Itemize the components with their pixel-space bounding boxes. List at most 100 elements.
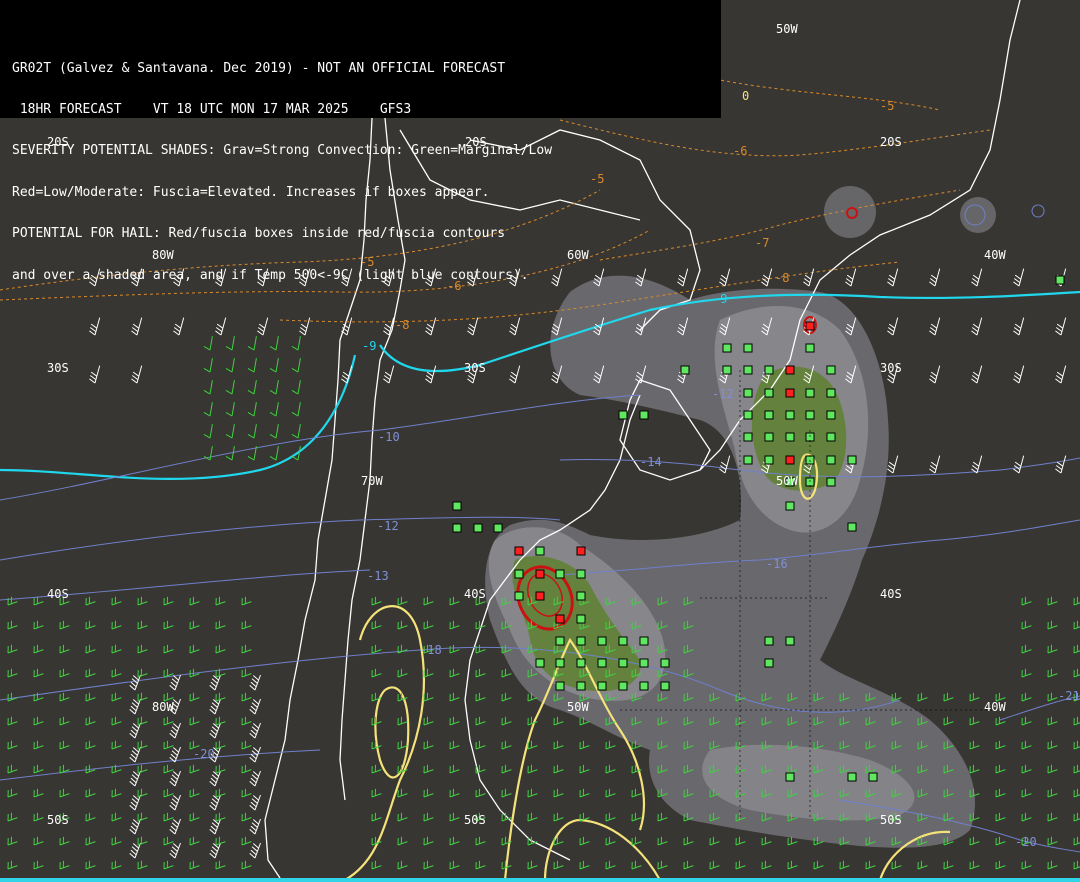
contour-label: 0 [742, 89, 749, 103]
severity-box-green [618, 410, 628, 420]
contour-label: -21 [1058, 689, 1080, 703]
contour-label: -9 [362, 339, 376, 353]
severity-box-green [764, 658, 774, 668]
severity-box-green [514, 569, 524, 579]
grid-label: 50W [567, 700, 589, 714]
severity-box-green [555, 569, 565, 579]
grid-label: 40S [464, 587, 486, 601]
severity-box-green [493, 523, 503, 533]
severity-box-green [576, 658, 586, 668]
severity-box-green [535, 546, 545, 556]
severity-box-green [826, 432, 836, 442]
severity-box-green [660, 658, 670, 668]
forecast-header: GR02T (Galvez & Santavana. Dec 2019) - N… [0, 0, 721, 282]
severity-box-red [514, 546, 524, 556]
grid-label: 40W [984, 248, 1006, 262]
severity-box-green [847, 522, 857, 532]
severity-box-green [576, 636, 586, 646]
grid-label: 30S [464, 361, 486, 375]
severity-box-green [805, 388, 815, 398]
severity-box-green [1055, 275, 1065, 285]
severity-box-green [785, 636, 795, 646]
severity-box-red [785, 455, 795, 465]
severity-box-green [743, 365, 753, 375]
contour-label: -12 [712, 387, 734, 401]
severity-box-green [847, 772, 857, 782]
grid-label: 40S [47, 587, 69, 601]
contour-label: -20 [1015, 835, 1037, 849]
contour-label: -10 [378, 430, 400, 444]
grid-label: 50S [880, 813, 902, 827]
severity-box-red [535, 569, 545, 579]
severity-box-green [452, 501, 462, 511]
severity-box-green [826, 388, 836, 398]
severity-box-green [535, 658, 545, 668]
severity-box-red [576, 546, 586, 556]
severity-box-green [722, 343, 732, 353]
severity-box-red [555, 614, 565, 624]
severity-box-green [576, 681, 586, 691]
severity-box-green [764, 410, 774, 420]
severity-box-red [785, 388, 795, 398]
severity-box-green [722, 365, 732, 375]
severity-box-green [847, 455, 857, 465]
severity-box-green [805, 410, 815, 420]
contour-label: -12 [377, 519, 399, 533]
severity-box-green [576, 591, 586, 601]
contour-label: -6 [733, 144, 747, 158]
severity-box-green [826, 410, 836, 420]
severity-box-green [576, 569, 586, 579]
severity-box-green [764, 455, 774, 465]
grid-label: 80W [152, 700, 174, 714]
header-valid-time: 18HR FORECAST VT 18 UTC MON 17 MAR 2025 … [12, 101, 412, 117]
severity-box-green [764, 388, 774, 398]
severity-box-green [764, 432, 774, 442]
severity-box-green [514, 591, 524, 601]
grid-label: 30S [47, 361, 69, 375]
grid-label: 40W [984, 700, 1006, 714]
severity-box-green [639, 681, 649, 691]
severity-box-green [452, 523, 462, 533]
severity-box-green [597, 658, 607, 668]
severity-box-green [743, 455, 753, 465]
severity-box-green [826, 455, 836, 465]
shade-spot-ne [824, 186, 876, 238]
contour-label: -16 [766, 557, 788, 571]
bottom-border [0, 878, 1080, 882]
severity-box-green [639, 410, 649, 420]
severity-box-green [743, 343, 753, 353]
severity-box-green [597, 636, 607, 646]
severity-box-green [868, 772, 878, 782]
header-severity-legend: SEVERITY POTENTIAL SHADES: Grav=Strong C… [12, 143, 553, 159]
severity-box-green [743, 410, 753, 420]
severity-box-green [826, 477, 836, 487]
severity-box-green [785, 432, 795, 442]
severity-box-green [555, 636, 565, 646]
severity-box-green [743, 388, 753, 398]
severity-box-red [805, 321, 815, 331]
grid-label: 70W [361, 474, 383, 488]
contour-label: -8 [775, 271, 789, 285]
severity-box-green [555, 681, 565, 691]
contour-label: -5 [880, 99, 894, 113]
contour-label: -13 [367, 569, 389, 583]
severity-box-red [785, 365, 795, 375]
grid-label: 20S [880, 135, 902, 149]
severity-box-green [785, 772, 795, 782]
header-hail-legend-2: and over a shaded area, and if Temp 500<… [12, 267, 529, 283]
severity-box-green [680, 365, 690, 375]
contour-label: -14 [640, 455, 662, 469]
severity-box-green [618, 658, 628, 668]
grid-label: 50W [776, 474, 798, 488]
severity-box-green [639, 658, 649, 668]
contour-label: -18 [420, 643, 442, 657]
contour-label: -7 [755, 236, 769, 250]
severity-box-green [576, 614, 586, 624]
severity-box-green [473, 523, 483, 533]
severity-box-green [764, 365, 774, 375]
severity-box-green [639, 636, 649, 646]
grid-label: 50S [47, 813, 69, 827]
severity-box-green [764, 636, 774, 646]
severity-box-green [618, 681, 628, 691]
severity-box-red [535, 591, 545, 601]
